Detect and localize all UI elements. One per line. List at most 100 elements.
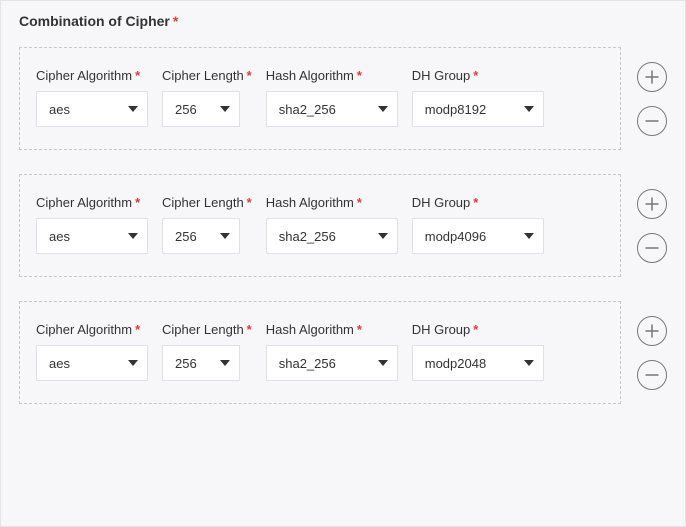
cipher-row: Cipher Algorithm* aes Cipher Length* 256… xyxy=(19,47,667,150)
select-value: modp4096 xyxy=(425,229,486,244)
field-cipher-algorithm: Cipher Algorithm* aes xyxy=(36,195,148,254)
label-text: Hash Algorithm xyxy=(266,68,354,83)
required-asterisk: * xyxy=(247,195,252,210)
label-text: Cipher Length xyxy=(162,195,244,210)
cipher-card: Cipher Algorithm* aes Cipher Length* 256… xyxy=(19,301,621,404)
add-row-button[interactable] xyxy=(637,62,667,92)
select-value: aes xyxy=(49,356,70,371)
row-actions xyxy=(637,316,667,390)
label-cipher-length: Cipher Length* xyxy=(162,322,252,337)
chevron-down-icon xyxy=(128,233,138,239)
chevron-down-icon xyxy=(128,360,138,366)
plus-icon xyxy=(645,324,659,338)
chevron-down-icon xyxy=(524,360,534,366)
field-dh-group: DH Group* modp4096 xyxy=(412,195,544,254)
row-actions xyxy=(637,62,667,136)
select-value: 256 xyxy=(175,229,197,244)
chevron-down-icon xyxy=(220,233,230,239)
field-cipher-length: Cipher Length* 256 xyxy=(162,68,252,127)
field-cipher-algorithm: Cipher Algorithm* aes xyxy=(36,322,148,381)
field-dh-group: DH Group* modp2048 xyxy=(412,322,544,381)
select-value: sha2_256 xyxy=(279,102,336,117)
select-cipher-algorithm[interactable]: aes xyxy=(36,345,148,381)
select-value: aes xyxy=(49,102,70,117)
field-cipher-algorithm: Cipher Algorithm* aes xyxy=(36,68,148,127)
select-value: 256 xyxy=(175,356,197,371)
field-hash-algorithm: Hash Algorithm* sha2_256 xyxy=(266,322,398,381)
section-title-text: Combination of Cipher xyxy=(19,13,170,29)
label-hash-algorithm: Hash Algorithm* xyxy=(266,195,398,210)
label-text: Hash Algorithm xyxy=(266,195,354,210)
select-cipher-algorithm[interactable]: aes xyxy=(36,218,148,254)
label-dh-group: DH Group* xyxy=(412,195,544,210)
label-dh-group: DH Group* xyxy=(412,322,544,337)
select-value: modp2048 xyxy=(425,356,486,371)
select-value: 256 xyxy=(175,102,197,117)
cipher-card: Cipher Algorithm* aes Cipher Length* 256… xyxy=(19,174,621,277)
select-hash-algorithm[interactable]: sha2_256 xyxy=(266,345,398,381)
select-hash-algorithm[interactable]: sha2_256 xyxy=(266,91,398,127)
label-text: Cipher Algorithm xyxy=(36,322,132,337)
chevron-down-icon xyxy=(220,106,230,112)
required-asterisk: * xyxy=(473,322,478,337)
label-text: Cipher Algorithm xyxy=(36,68,132,83)
cipher-row: Cipher Algorithm* aes Cipher Length* 256… xyxy=(19,174,667,277)
label-cipher-length: Cipher Length* xyxy=(162,68,252,83)
required-asterisk: * xyxy=(357,322,362,337)
select-value: aes xyxy=(49,229,70,244)
select-hash-algorithm[interactable]: sha2_256 xyxy=(266,218,398,254)
chevron-down-icon xyxy=(128,106,138,112)
plus-icon xyxy=(645,70,659,84)
add-row-button[interactable] xyxy=(637,189,667,219)
select-cipher-length[interactable]: 256 xyxy=(162,218,240,254)
minus-icon xyxy=(645,241,659,255)
required-asterisk: * xyxy=(357,68,362,83)
add-row-button[interactable] xyxy=(637,316,667,346)
required-asterisk: * xyxy=(473,68,478,83)
cipher-combination-panel: Combination of Cipher* Cipher Algorithm*… xyxy=(0,0,686,527)
required-asterisk: * xyxy=(473,195,478,210)
label-text: Cipher Length xyxy=(162,68,244,83)
cipher-row: Cipher Algorithm* aes Cipher Length* 256… xyxy=(19,301,667,404)
label-text: Hash Algorithm xyxy=(266,322,354,337)
label-cipher-length: Cipher Length* xyxy=(162,195,252,210)
select-cipher-length[interactable]: 256 xyxy=(162,345,240,381)
plus-icon xyxy=(645,197,659,211)
select-dh-group[interactable]: modp2048 xyxy=(412,345,544,381)
chevron-down-icon xyxy=(378,360,388,366)
select-cipher-algorithm[interactable]: aes xyxy=(36,91,148,127)
remove-row-button[interactable] xyxy=(637,233,667,263)
required-asterisk: * xyxy=(135,195,140,210)
required-asterisk: * xyxy=(135,68,140,83)
label-text: Cipher Algorithm xyxy=(36,195,132,210)
chevron-down-icon xyxy=(378,233,388,239)
remove-row-button[interactable] xyxy=(637,106,667,136)
label-text: DH Group xyxy=(412,322,471,337)
minus-icon xyxy=(645,368,659,382)
label-cipher-algorithm: Cipher Algorithm* xyxy=(36,322,148,337)
section-title: Combination of Cipher* xyxy=(19,13,667,29)
select-dh-group[interactable]: modp4096 xyxy=(412,218,544,254)
field-cipher-length: Cipher Length* 256 xyxy=(162,322,252,381)
select-value: modp8192 xyxy=(425,102,486,117)
label-text: Cipher Length xyxy=(162,322,244,337)
select-value: sha2_256 xyxy=(279,229,336,244)
label-text: DH Group xyxy=(412,68,471,83)
field-dh-group: DH Group* modp8192 xyxy=(412,68,544,127)
select-dh-group[interactable]: modp8192 xyxy=(412,91,544,127)
label-hash-algorithm: Hash Algorithm* xyxy=(266,322,398,337)
label-cipher-algorithm: Cipher Algorithm* xyxy=(36,195,148,210)
label-text: DH Group xyxy=(412,195,471,210)
label-hash-algorithm: Hash Algorithm* xyxy=(266,68,398,83)
label-cipher-algorithm: Cipher Algorithm* xyxy=(36,68,148,83)
required-asterisk: * xyxy=(247,68,252,83)
chevron-down-icon xyxy=(524,106,534,112)
minus-icon xyxy=(645,114,659,128)
field-cipher-length: Cipher Length* 256 xyxy=(162,195,252,254)
required-asterisk: * xyxy=(247,322,252,337)
select-cipher-length[interactable]: 256 xyxy=(162,91,240,127)
row-actions xyxy=(637,189,667,263)
remove-row-button[interactable] xyxy=(637,360,667,390)
chevron-down-icon xyxy=(378,106,388,112)
field-hash-algorithm: Hash Algorithm* sha2_256 xyxy=(266,68,398,127)
